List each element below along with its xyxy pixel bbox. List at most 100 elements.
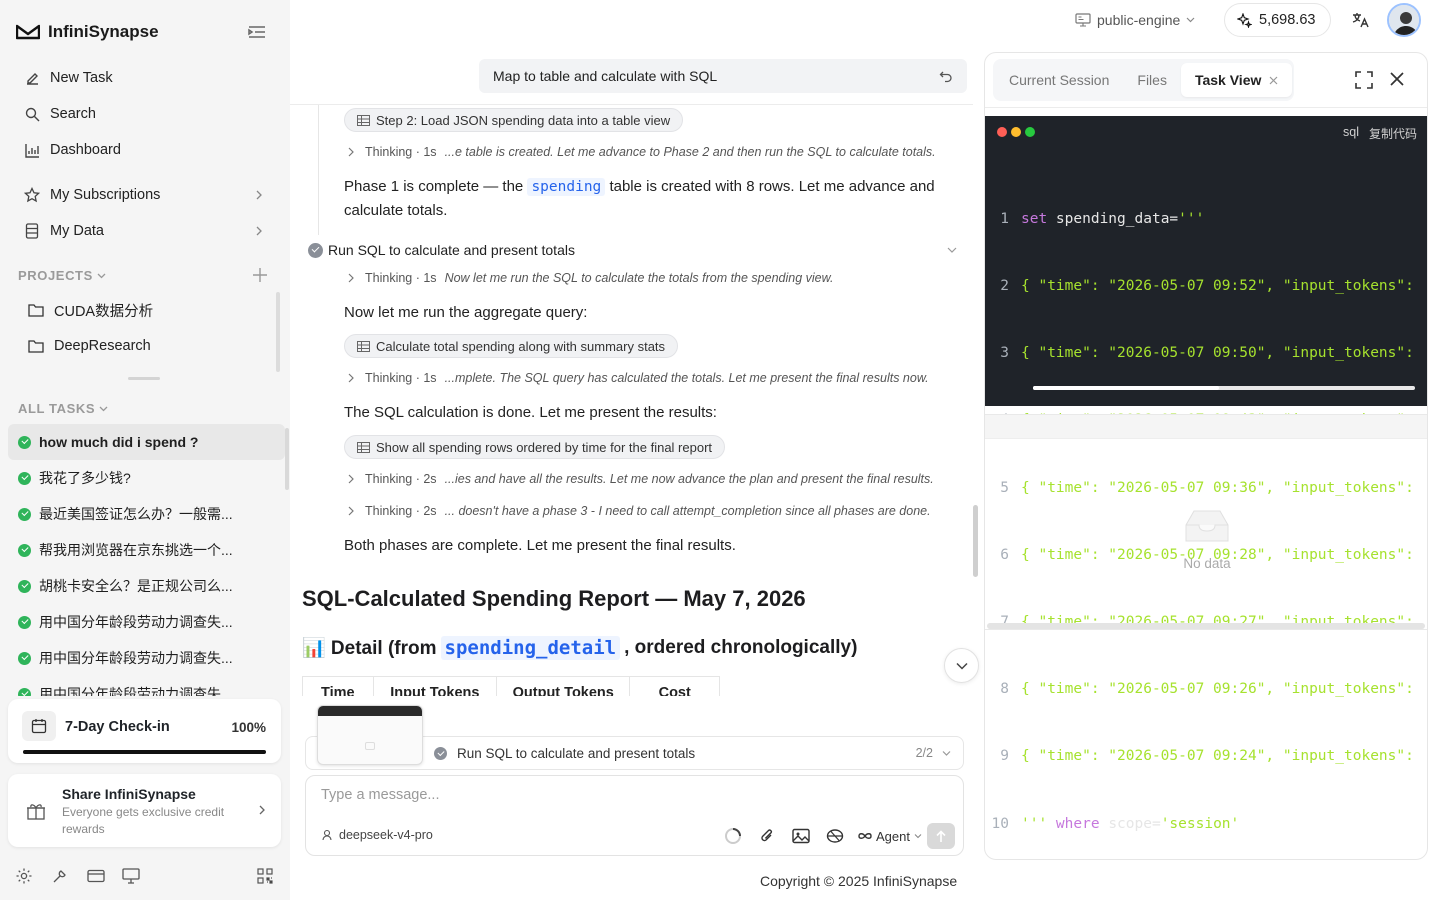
tasks-scrollbar[interactable] [285, 428, 289, 490]
code-line: 2 { "time": "2026-05-07 09:52", "input_to… [985, 275, 1427, 297]
tab-files[interactable]: Files [1123, 63, 1181, 97]
projects-scrollbar[interactable] [276, 292, 280, 372]
assistant-message: The SQL calculation is done. Let me pres… [344, 404, 717, 421]
thinking-block[interactable]: Thinking · 1s Now let me run the SQL to c… [347, 271, 833, 285]
status-done-icon [18, 543, 31, 557]
status-done-icon [18, 651, 31, 665]
task-item[interactable]: 胡桃卡安全么？是正规公司么... [8, 568, 285, 604]
projects-heading-label: PROJECTS [18, 268, 93, 283]
close-tab-icon[interactable] [1269, 76, 1278, 85]
project-item[interactable]: CUDA数据分析 [20, 294, 270, 326]
translate-icon[interactable] [1351, 11, 1369, 29]
browser-preview-thumbnail[interactable] [317, 705, 423, 765]
nav-my-subscriptions[interactable]: My Subscriptions [14, 179, 276, 211]
column-header: Input Tokens [374, 677, 498, 696]
scroll-down-button[interactable] [944, 648, 979, 683]
check-circle-icon [308, 242, 323, 258]
checkin-progress-fill [23, 750, 266, 754]
tool-call-chip[interactable]: Show all spending rows ordered by time f… [344, 435, 726, 459]
brand[interactable]: InfiniSynapse [16, 20, 159, 44]
thinking-block[interactable]: Thinking · 1s ...mplete. The SQL query ha… [347, 371, 929, 385]
thinking-block[interactable]: Thinking · 2s ...ies and have all the res… [347, 472, 934, 486]
code-text: set spending_data=''' [1021, 210, 1205, 227]
close-icon[interactable] [1389, 71, 1405, 87]
all-tasks-heading[interactable]: ALL TASKS [18, 401, 108, 416]
result-table: No data [985, 414, 1427, 630]
task-item[interactable]: 我花了多少钱? [8, 460, 285, 496]
result-horizontal-scrollbar[interactable] [987, 623, 1425, 629]
thinking-label: Thinking · 1s [365, 371, 437, 385]
project-label: DeepResearch [54, 338, 151, 354]
chevron-right-icon [259, 805, 265, 815]
chevron-right-icon [348, 474, 354, 484]
tab-current-session[interactable]: Current Session [995, 63, 1123, 97]
billing-card-icon[interactable] [86, 866, 106, 886]
browser-icon[interactable] [818, 825, 852, 847]
task-label: 帮我用浏览器在京东挑选一个... [39, 542, 233, 558]
projects-heading[interactable]: PROJECTS [18, 268, 106, 283]
task-item[interactable]: 用中国分年龄段劳动力调查失... [8, 640, 285, 676]
code-horizontal-scrollbar[interactable] [1033, 386, 1415, 390]
nav-label: Dashboard [50, 142, 121, 158]
chevron-right-icon [348, 373, 354, 383]
credits-badge[interactable]: 5,698.63 [1224, 3, 1331, 37]
task-label: 用中国分年龄段劳动力调查失... [39, 686, 233, 696]
nav-dashboard[interactable]: Dashboard [14, 134, 276, 166]
nav-search[interactable]: Search [14, 98, 276, 130]
thinking-block[interactable]: Thinking · 2s ... doesn't have a phase 3 … [347, 504, 931, 518]
resize-handle[interactable] [128, 377, 160, 380]
tool-call-chip[interactable]: Calculate total spending along with summ… [344, 334, 679, 358]
sidebar-collapse-icon[interactable] [248, 24, 266, 40]
message-input[interactable]: Type a message... [321, 787, 439, 803]
undo-icon[interactable] [939, 69, 953, 83]
thinking-block[interactable]: Thinking · 1s ...e table is created. Let … [347, 145, 936, 159]
chevron-right-icon [256, 226, 262, 236]
column-header: Output Tokens [497, 677, 631, 696]
model-selector[interactable]: deepseek-v4-pro [321, 828, 433, 842]
monitor-icon[interactable] [121, 866, 141, 886]
tab-label: Files [1137, 72, 1167, 88]
task-item[interactable]: 用中国分年龄段劳动力调查失... [8, 604, 285, 640]
task-item[interactable]: how much did i spend ? [8, 424, 285, 460]
sidebar: InfiniSynapse New Task Search Dashboard … [0, 0, 290, 900]
chat-scrollbar[interactable] [973, 505, 978, 577]
task-item[interactable]: 用中国分年龄段劳动力调查失... [8, 676, 285, 696]
send-button[interactable] [927, 823, 955, 849]
top-query-text: Map to table and calculate with SQL [493, 68, 718, 84]
scrollbar-thumb[interactable] [1033, 386, 1219, 390]
status-done-icon [18, 615, 31, 629]
add-project-icon[interactable] [252, 267, 268, 283]
plan-step[interactable]: Run SQL to calculate and present totals [308, 242, 575, 258]
qr-code-icon[interactable] [255, 866, 275, 886]
engine-selector[interactable]: public-engine [1075, 12, 1195, 28]
fullscreen-icon[interactable] [1355, 71, 1373, 89]
line-number: 8 [1000, 681, 1009, 698]
avatar-image [1389, 5, 1419, 35]
plan-count: 2/2 [915, 746, 933, 760]
chevron-down-icon [97, 273, 106, 278]
check-circle-icon [434, 747, 447, 760]
tab-task-view[interactable]: Task View [1180, 63, 1293, 97]
top-query-bar[interactable]: Map to table and calculate with SQL [479, 59, 967, 93]
project-item[interactable]: DeepResearch [20, 330, 270, 362]
checkin-card[interactable]: 7-Day Check-in 100% [8, 699, 281, 763]
task-item[interactable]: 最近美国签证怎么办？一般需... [8, 496, 285, 532]
database-icon [24, 223, 40, 239]
attach-icon[interactable] [750, 825, 784, 847]
agent-mode-selector[interactable]: Agent [858, 825, 922, 847]
copy-code-button[interactable]: 复制代码 [1369, 125, 1417, 142]
share-card[interactable]: Share InfiniSynapse Everyone gets exclus… [8, 774, 281, 847]
task-item[interactable]: 帮我用浏览器在京东挑选一个... [8, 532, 285, 568]
inline-code: spending_detail [440, 636, 621, 660]
model-name: deepseek-v4-pro [339, 828, 433, 842]
tool-call-chip[interactable]: Step 2: Load JSON spending data into a t… [344, 108, 684, 132]
nav-new-task[interactable]: New Task [14, 62, 276, 94]
nav-my-data[interactable]: My Data [14, 215, 276, 247]
image-icon[interactable] [784, 825, 818, 847]
user-avatar[interactable] [1387, 3, 1421, 37]
wrench-icon[interactable] [50, 866, 70, 886]
settings-icon[interactable] [14, 866, 34, 886]
chevron-down-icon[interactable] [947, 246, 957, 254]
empty-state-text: No data [1183, 556, 1231, 571]
checkin-percent: 100% [231, 720, 266, 735]
